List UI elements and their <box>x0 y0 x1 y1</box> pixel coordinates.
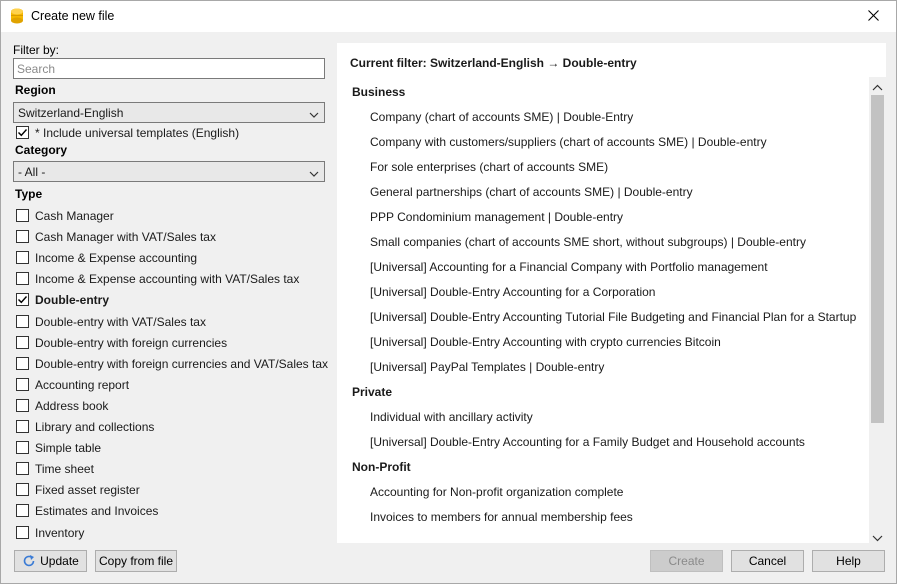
template-list-item[interactable]: [Universal] Double-Entry Accounting with… <box>370 335 721 349</box>
template-list-item[interactable]: General partnerships (chart of accounts … <box>370 185 693 199</box>
copy-from-file-button[interactable]: Copy from file <box>95 550 177 572</box>
type-checkbox[interactable] <box>16 336 29 349</box>
type-checkbox[interactable] <box>16 504 29 517</box>
checkmark-icon <box>18 129 28 137</box>
include-universal-checkbox[interactable] <box>16 126 29 139</box>
type-option-label[interactable]: Cash Manager <box>35 209 114 223</box>
template-list-item[interactable]: [Universal] Double-Entry Accounting Tuto… <box>370 310 856 324</box>
type-checkbox[interactable] <box>16 462 29 475</box>
copy-from-file-label: Copy from file <box>98 554 174 568</box>
type-checkbox[interactable] <box>16 230 29 243</box>
template-list-item[interactable]: PPP Condominium management | Double-entr… <box>370 210 623 224</box>
template-list-item[interactable]: Accounting for Non-profit organization c… <box>370 485 623 499</box>
scrollbar-thumb[interactable] <box>871 95 884 423</box>
category-label: Category <box>15 143 68 157</box>
scroll-up-icon[interactable] <box>872 81 883 91</box>
app-logo-icon <box>10 8 24 24</box>
type-option-label[interactable]: Estimates and Invoices <box>35 504 158 518</box>
template-list-item[interactable]: Invoices to members for annual membershi… <box>370 510 633 524</box>
template-list-item[interactable]: Company (chart of accounts SME) | Double… <box>370 110 633 124</box>
type-option-label[interactable]: Fixed asset register <box>35 483 140 497</box>
template-list-item[interactable]: Small companies (chart of accounts SME s… <box>370 235 806 249</box>
category-select[interactable]: - All - <box>13 161 325 182</box>
search-input[interactable] <box>13 58 325 79</box>
type-option-label[interactable]: Inventory <box>35 526 84 540</box>
type-checkbox[interactable] <box>16 399 29 412</box>
template-list-item[interactable]: [Universal] Double-Entry Accounting for … <box>370 435 805 449</box>
type-checkbox[interactable] <box>16 209 29 222</box>
template-list-item[interactable]: Company with customers/suppliers (chart … <box>370 135 767 149</box>
help-button[interactable]: Help <box>812 550 885 572</box>
type-option-label[interactable]: Address book <box>35 399 108 413</box>
create-button[interactable]: Create <box>650 550 723 572</box>
chevron-down-icon <box>309 167 319 177</box>
close-icon <box>867 9 879 24</box>
type-option-label[interactable]: Income & Expense accounting <box>35 251 197 265</box>
type-option-label[interactable]: Income & Expense accounting with VAT/Sal… <box>35 272 299 286</box>
current-filter-label: Current filter: Switzerland-English → Do… <box>350 56 637 70</box>
type-checkbox[interactable] <box>16 315 29 328</box>
type-option-label[interactable]: Double-entry with foreign currencies and… <box>35 357 328 371</box>
template-list-panel: Current filter: Switzerland-English → Do… <box>337 43 886 543</box>
help-button-label: Help <box>836 554 861 568</box>
template-group-title: Non-Profit <box>352 460 411 474</box>
type-option-label[interactable]: Double-entry with VAT/Sales tax <box>35 315 206 329</box>
close-button[interactable] <box>850 1 896 32</box>
chevron-down-icon <box>309 108 319 118</box>
type-option-label[interactable]: Double-entry with foreign currencies <box>35 336 227 350</box>
type-checkbox[interactable] <box>16 293 29 306</box>
type-checkbox[interactable] <box>16 272 29 285</box>
type-option-label[interactable]: Double-entry <box>35 293 109 307</box>
type-checkbox[interactable] <box>16 483 29 496</box>
title-bar[interactable]: Create new file <box>1 1 896 32</box>
category-selected-value: - All - <box>18 164 46 179</box>
type-option-label[interactable]: Time sheet <box>35 462 94 476</box>
filter-by-label: Filter by: <box>13 43 60 57</box>
region-select[interactable]: Switzerland-English <box>13 102 325 123</box>
template-list-scrollbar[interactable] <box>869 77 886 543</box>
template-list-item[interactable]: Individual with ancillary activity <box>370 410 533 424</box>
type-checkbox[interactable] <box>16 420 29 433</box>
cancel-button-label: Cancel <box>748 554 787 568</box>
type-checkbox[interactable] <box>16 251 29 264</box>
update-button-label: Update <box>40 554 79 568</box>
type-option-label[interactable]: Accounting report <box>35 378 129 392</box>
type-option-label[interactable]: Simple table <box>35 441 101 455</box>
type-checkbox[interactable] <box>16 526 29 539</box>
window-title: Create new file <box>31 9 115 23</box>
template-group-title: Private <box>352 385 393 399</box>
type-checkbox[interactable] <box>16 441 29 454</box>
cancel-button[interactable]: Cancel <box>731 550 804 572</box>
template-list-item[interactable]: [Universal] Accounting for a Financial C… <box>370 260 768 274</box>
type-option-label[interactable]: Cash Manager with VAT/Sales tax <box>35 230 216 244</box>
type-checkbox[interactable] <box>16 357 29 370</box>
region-selected-value: Switzerland-English <box>18 105 124 120</box>
template-list-item[interactable]: For sole enterprises (chart of accounts … <box>370 160 608 174</box>
scroll-down-icon[interactable] <box>872 531 883 542</box>
template-group-title: Business <box>352 85 406 99</box>
template-list-item[interactable]: [Universal] Double-Entry Accounting for … <box>370 285 655 299</box>
region-label: Region <box>15 83 56 97</box>
template-list-item[interactable]: [Universal] PayPal Templates | Double-en… <box>370 360 604 374</box>
create-new-file-dialog: Create new file Filter by: Region Switze… <box>0 0 897 584</box>
create-button-label: Create <box>668 554 705 568</box>
type-label: Type <box>15 187 43 201</box>
refresh-icon <box>22 554 36 568</box>
update-button[interactable]: Update <box>14 550 87 572</box>
type-option-label[interactable]: Library and collections <box>35 420 154 434</box>
type-checkbox[interactable] <box>16 378 29 391</box>
include-universal-label: * Include universal templates (English) <box>35 126 240 140</box>
checkmark-icon <box>18 296 28 304</box>
